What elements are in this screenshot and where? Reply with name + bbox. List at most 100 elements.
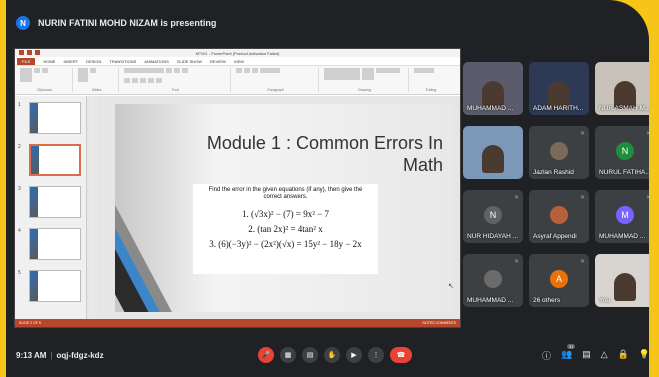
mic-muted-icon: ✕ <box>645 131 649 137</box>
lock-icon[interactable]: 🔒 <box>618 349 629 362</box>
presenting-banner: N NURIN FATINI MOHD NIZAM is presenting <box>16 12 216 34</box>
tab-transitions[interactable]: TRANSITIONS <box>109 59 136 64</box>
more-options-button[interactable]: ⋮ <box>368 347 384 363</box>
mic-muted-icon: ✕ <box>513 259 519 265</box>
participant-tile[interactable]: ADAM HARITH... <box>529 62 589 115</box>
ribbon-group-editing[interactable]: Editing <box>411 68 451 92</box>
participant-name: MUHAMMAD ... <box>599 233 646 240</box>
tab-animations[interactable]: ANIMATIONS <box>144 59 169 64</box>
mic-off-button[interactable]: 🎤 <box>258 347 274 363</box>
captions-button[interactable]: ▤ <box>302 347 318 363</box>
chat-icon[interactable]: ▤ <box>582 349 591 362</box>
mic-muted-icon: ✕ <box>579 259 585 265</box>
instruction-text: Find the error in the given equations (i… <box>208 187 363 200</box>
meeting-info: 9:13 AM | oqj-fdgz-kdz <box>16 351 104 360</box>
participant-name: MUHAMMAD ... <box>467 105 514 112</box>
participant-avatar <box>484 270 502 288</box>
tab-view[interactable]: VIEW <box>234 59 244 64</box>
slide-thumbnail-selected[interactable] <box>29 144 81 176</box>
ribbon-group-font[interactable]: Font <box>121 68 231 92</box>
mic-muted-icon: ✕ <box>513 195 519 201</box>
thumbnail-scrollbar[interactable] <box>89 96 97 320</box>
shared-screen[interactable]: KP101 - PowerPoint (Product Activation F… <box>14 48 461 328</box>
participant-avatar <box>550 142 568 160</box>
participant-video <box>614 273 636 301</box>
quick-access-toolbar[interactable] <box>19 50 40 55</box>
participant-avatar: A <box>550 270 568 288</box>
participant-tile[interactable]: NUR ASMAH M... <box>595 62 649 115</box>
mouse-cursor-icon: ↖ <box>448 283 454 290</box>
equation-3: 3. (6)(−3y)² − (2x²)(√x) = 15y² − 18y − … <box>209 239 362 249</box>
participant-name: NUR HIDAYAH ... <box>467 233 519 240</box>
participant-name: Asyraf Appendi <box>533 233 577 240</box>
slide-counter: SLIDE 2 OF 5 <box>19 321 41 325</box>
slide-thumbnail[interactable] <box>29 228 81 260</box>
call-controls: 🎤 ▦ ▤ ✋ ▶ ⋮ ☎ <box>258 347 412 363</box>
participant-tile[interactable] <box>463 126 523 179</box>
ribbon-group-paragraph[interactable]: Paragraph <box>233 68 319 92</box>
participant-name: ADAM HARITH... <box>533 105 584 112</box>
bulb-icon[interactable]: 💡 <box>639 349 649 362</box>
participant-avatar: N <box>616 142 634 160</box>
ppt-status-bar: SLIDE 2 OF 5 NOTES COMMENTS <box>15 319 460 327</box>
camera-button[interactable]: ▦ <box>280 347 296 363</box>
info-icon[interactable]: ⓘ <box>542 349 551 362</box>
participant-tile[interactable]: N ✕ NUR HIDAYAH ... <box>463 190 523 243</box>
participant-avatar: N <box>484 206 502 224</box>
participant-name: Jazlan Rashid <box>533 169 574 176</box>
participant-tile[interactable]: A ✕ 26 others <box>529 254 589 307</box>
participant-name: NURUL FATIHA... <box>599 169 649 176</box>
hang-up-button[interactable]: ☎ <box>390 347 412 363</box>
ppt-title-bar: KP101 - PowerPoint (Product Activation F… <box>15 49 460 57</box>
slide-thumbnail[interactable] <box>29 102 81 134</box>
ppt-workspace: 1 2 3 4 5 Module 1 : Common Errors In Ma… <box>15 96 460 320</box>
participant-tile[interactable]: ✕ Jazlan Rashid <box>529 126 589 179</box>
participant-name: MUHAMMAD ... <box>467 297 514 304</box>
ribbon-group-clipboard[interactable]: Clipboard <box>17 68 73 92</box>
slide-canvas[interactable]: Module 1 : Common Errors In Math Find th… <box>115 104 453 312</box>
people-count-badge: 31 <box>567 344 576 349</box>
present-button[interactable]: ▶ <box>346 347 362 363</box>
tab-review[interactable]: REVIEW <box>210 59 226 64</box>
participant-avatar <box>550 206 568 224</box>
ppt-window-title: KP101 - PowerPoint (Product Activation F… <box>195 50 280 56</box>
participant-name: You <box>599 297 610 304</box>
participant-video <box>482 145 504 173</box>
equation-2: 2. (tan 2x)² = 4tan² x <box>248 224 323 234</box>
participant-avatar: M <box>616 206 634 224</box>
notes-comments[interactable]: NOTES COMMENTS <box>423 321 456 325</box>
slide-title: Module 1 : Common Errors In Math <box>206 133 443 175</box>
tab-home[interactable]: HOME <box>43 59 55 64</box>
raise-hand-button[interactable]: ✋ <box>324 347 340 363</box>
tab-design[interactable]: DESIGN <box>86 59 101 64</box>
participant-tile[interactable]: ✕ MUHAMMAD ... <box>463 254 523 307</box>
slide-thumbnails-pane: 1 2 3 4 5 <box>15 96 87 320</box>
slide-thumbnail[interactable] <box>29 270 81 302</box>
people-icon[interactable]: 👥 31 <box>561 344 576 362</box>
meet-window: N NURIN FATINI MOHD NIZAM is presenting … <box>6 0 649 377</box>
mic-muted-icon: ✕ <box>645 195 649 201</box>
activities-icon[interactable]: △ <box>601 349 608 362</box>
window-frame: N NURIN FATINI MOHD NIZAM is presenting … <box>0 0 659 377</box>
side-controls: ⓘ 👥 31 ▤ △ 🔒 💡 <box>542 344 649 362</box>
tab-slide-show[interactable]: SLIDE SHOW <box>177 59 202 64</box>
participant-tile[interactable]: You <box>595 254 649 307</box>
question-box: Find the error in the given equations (i… <box>193 184 378 274</box>
tab-insert[interactable]: INSERT <box>63 59 78 64</box>
equation-1: 1. (√3x)² − (7) = 9x² − 7 <box>241 209 330 219</box>
participant-tile[interactable]: N ✕ NURUL FATIHA... <box>595 126 649 179</box>
presenting-text: NURIN FATINI MOHD NIZAM is presenting <box>38 18 217 28</box>
participant-tile[interactable]: MUHAMMAD ... <box>463 62 523 115</box>
ppt-ribbon-tabs: FILE HOME INSERT DESIGN TRANSITIONS ANIM… <box>15 57 460 66</box>
slide-thumbnail[interactable] <box>29 186 81 218</box>
meeting-code: oqj-fdgz-kdz <box>56 351 104 360</box>
participant-name: 26 others <box>533 297 561 304</box>
mic-muted-icon: ✕ <box>579 131 585 137</box>
ppt-ribbon: Clipboard Slides Font Paragraph Drawing … <box>15 66 460 95</box>
ribbon-group-drawing[interactable]: Drawing <box>321 68 409 92</box>
ribbon-group-slides[interactable]: Slides <box>75 68 119 92</box>
meeting-toolbar: 9:13 AM | oqj-fdgz-kdz 🎤 ▦ ▤ ✋ ▶ ⋮ ☎ ⓘ 👥 31… <box>6 337 649 377</box>
participant-tile[interactable]: M ✕ MUHAMMAD ... <box>595 190 649 243</box>
tab-file[interactable]: FILE <box>17 57 36 65</box>
participant-tile[interactable]: ✕ Asyraf Appendi <box>529 190 589 243</box>
